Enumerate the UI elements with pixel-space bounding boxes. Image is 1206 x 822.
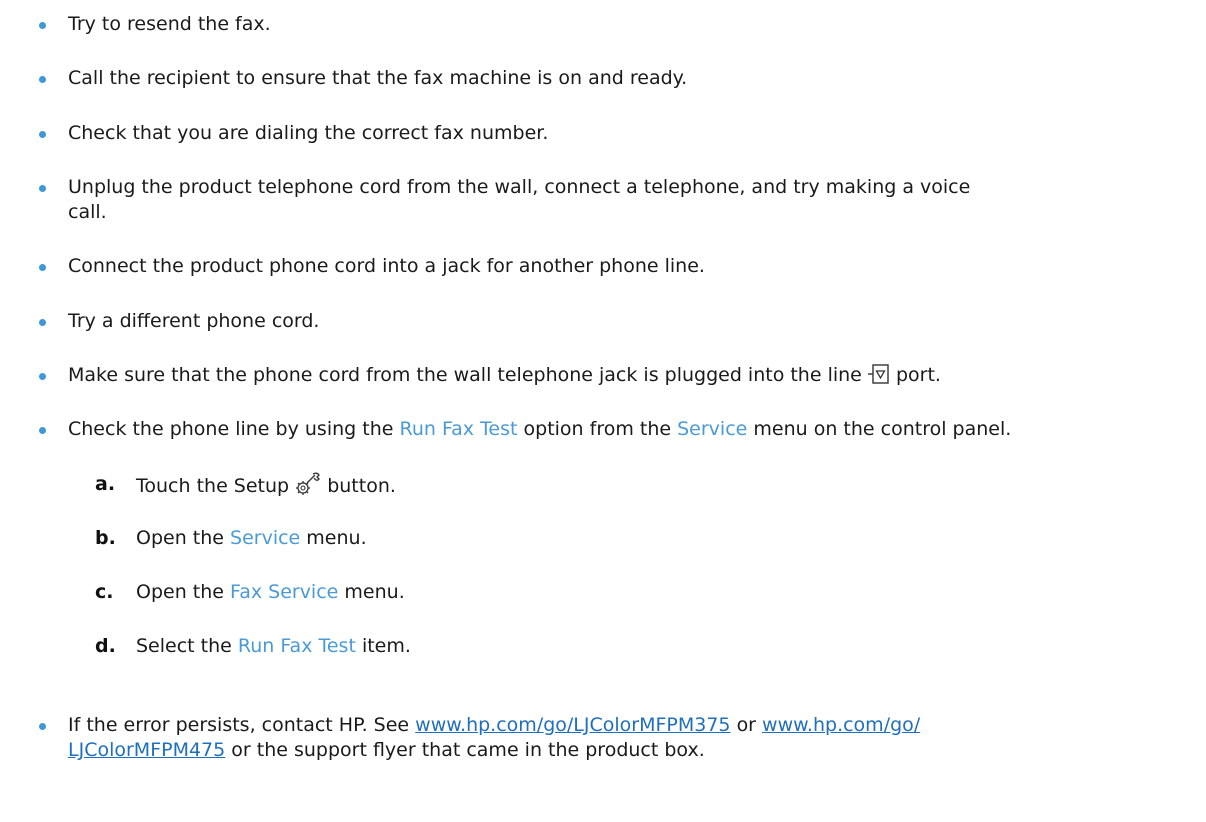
text-segment: button. bbox=[327, 475, 396, 497]
hp-support-link-m475-continued[interactable]: LJColorMFPM475 bbox=[68, 739, 225, 761]
list-item-text-continued: call. bbox=[68, 201, 107, 223]
step-text: Touch the Setup button. bbox=[136, 472, 396, 503]
fax-service-menu-ref: Fax Service bbox=[230, 581, 339, 603]
text-segment: or the support flyer that came in the pr… bbox=[231, 739, 705, 761]
text-segment: Select the bbox=[136, 635, 232, 657]
step-text: Select the Run Fax Test item. bbox=[136, 634, 411, 659]
list-item-text: If the error persists, contact HP. See w… bbox=[68, 713, 1196, 738]
text-segment: menu. bbox=[306, 527, 367, 549]
text-segment: Open the bbox=[136, 581, 224, 603]
run-fax-test-item-ref: Run Fax Test bbox=[237, 635, 356, 657]
text-segment: menu. bbox=[344, 581, 405, 603]
hp-support-link-m475[interactable]: www.hp.com/go/ bbox=[762, 714, 920, 736]
text-segment: menu on the control panel. bbox=[753, 418, 1012, 440]
text-segment: Check the phone line by using the bbox=[68, 418, 394, 440]
service-menu-ref: Service bbox=[677, 418, 748, 440]
bullet-icon bbox=[39, 185, 46, 192]
step-text: Open the Service menu. bbox=[136, 526, 367, 551]
text-segment: Open the bbox=[136, 527, 224, 549]
bullet-icon bbox=[39, 264, 46, 271]
setup-wrench-icon bbox=[295, 472, 321, 503]
step-letter: a. bbox=[95, 473, 116, 495]
text-segment: Touch the Setup bbox=[136, 475, 290, 497]
list-item-text: Call the recipient to ensure that the fa… bbox=[68, 67, 688, 89]
list-item-text: Try to resend the fax. bbox=[68, 13, 271, 35]
list-item-text: Unplug the product telephone cord from t… bbox=[68, 176, 971, 198]
phone-line-port-icon bbox=[867, 363, 890, 392]
text-segment: If the error persists, contact HP. See bbox=[68, 714, 410, 736]
text-segment: or bbox=[736, 714, 756, 736]
list-item-text: Check the phone line by using the Run Fa… bbox=[68, 417, 1196, 442]
step-text: Open the Fax Service menu. bbox=[136, 580, 405, 605]
bullet-icon bbox=[39, 373, 46, 380]
text-segment: item. bbox=[361, 635, 411, 657]
list-item-text: Make sure that the phone cord from the w… bbox=[68, 363, 1196, 392]
run-fax-test-menu-ref: Run Fax Test bbox=[399, 418, 518, 440]
step-letter: b. bbox=[95, 527, 116, 549]
bullet-icon bbox=[39, 723, 46, 730]
list-item: If the error persists, contact HP. See w… bbox=[0, 713, 1206, 763]
list-item-text: Check that you are dialing the correct f… bbox=[68, 122, 549, 144]
step-letter: d. bbox=[95, 635, 116, 657]
bullet-icon bbox=[39, 76, 46, 83]
text-segment: option from the bbox=[523, 418, 672, 440]
list-item-text: Connect the product phone cord into a ja… bbox=[68, 255, 705, 277]
list-item-text: Try a different phone cord. bbox=[68, 310, 320, 332]
list-item-text-continued: LJColorMFPM475 or the support flyer that… bbox=[68, 738, 1196, 763]
hp-support-link-m375[interactable]: www.hp.com/go/LJColorMFPM375 bbox=[415, 714, 730, 736]
line-port-sentence: Make sure that the phone cord from the w… bbox=[68, 364, 862, 386]
bullet-icon bbox=[39, 319, 46, 326]
bullet-icon bbox=[39, 22, 46, 29]
bullet-icon bbox=[39, 427, 46, 434]
step-letter: c. bbox=[95, 581, 114, 603]
list-item: Unplug the product telephone cord from t… bbox=[0, 175, 1206, 225]
service-menu-ref: Service bbox=[230, 527, 301, 549]
troubleshooting-page: Try to resend the fax. Call the recipien… bbox=[0, 0, 1206, 822]
line-port-sentence-end: port. bbox=[895, 364, 941, 386]
bullet-icon bbox=[39, 131, 46, 138]
